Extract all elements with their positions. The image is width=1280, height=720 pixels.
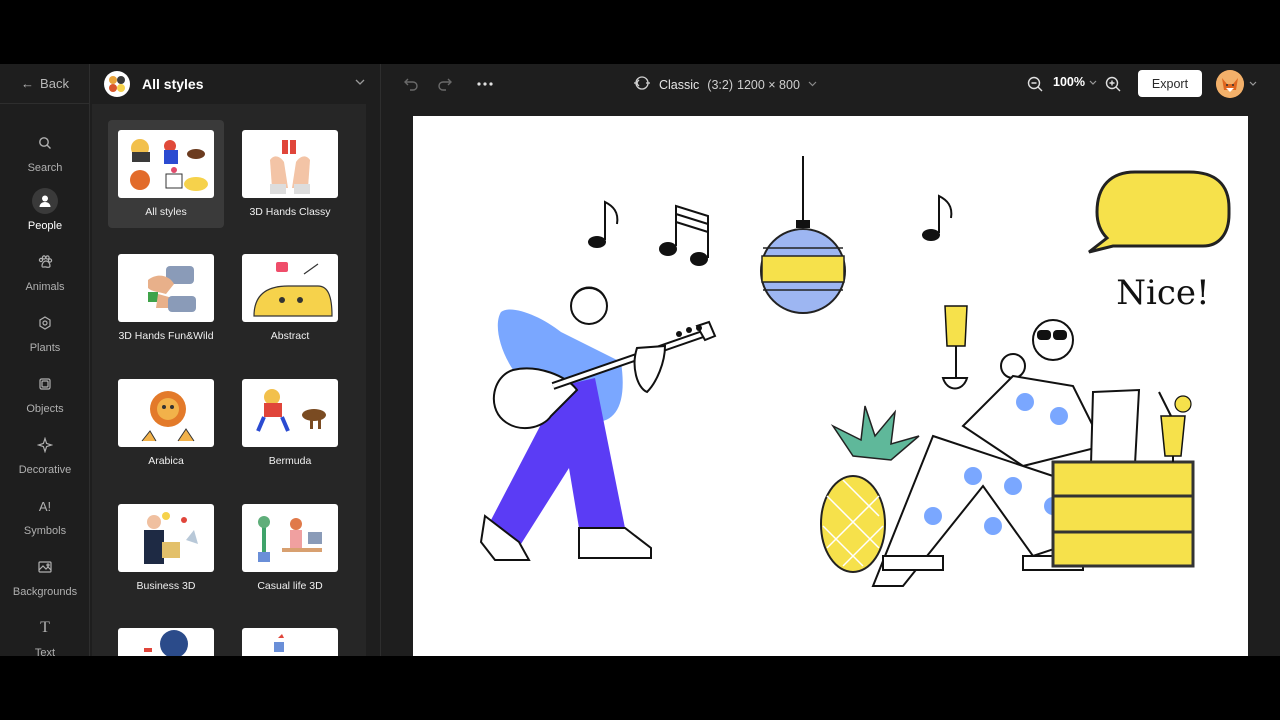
letterbox-bottom (0, 656, 1280, 720)
style-label: Business 3D (136, 580, 196, 592)
style-tile-casual-life-3d[interactable]: Casual life 3D (232, 494, 348, 602)
more-options-icon[interactable] (475, 74, 495, 94)
redo-icon[interactable] (435, 74, 455, 94)
chevron-down-icon (808, 79, 817, 90)
artboard[interactable]: Nice! (413, 116, 1248, 656)
rail-item-label: Objects (26, 403, 64, 415)
style-tile-partial[interactable] (108, 618, 224, 656)
style-thumbnail (242, 628, 338, 656)
zoom-level-dropdown[interactable]: 100% (1053, 75, 1097, 89)
style-label: Bermuda (268, 455, 312, 467)
style-thumbnail (242, 379, 338, 447)
rail-item-label: Backgrounds (12, 586, 78, 598)
rail-item-label: Symbols (23, 525, 67, 537)
preset-dimensions: 1200 × 800 (737, 77, 800, 92)
arrow-left-icon: ← (21, 76, 35, 91)
style-thumbnail (118, 254, 214, 322)
image-icon (32, 554, 58, 580)
person-icon (32, 188, 58, 214)
letterbox-top (0, 0, 1280, 64)
user-avatar[interactable] (1216, 70, 1244, 98)
symbols-icon: A! (38, 498, 52, 514)
chevron-down-icon[interactable] (1249, 78, 1257, 88)
rail-item-label: Animals (25, 281, 65, 293)
rail-item-label: Decorative (18, 464, 72, 476)
style-tile-abstract[interactable]: Abstract (232, 244, 348, 352)
style-tile-all-styles[interactable]: All styles (108, 120, 224, 228)
rail-item-backgrounds[interactable]: Backgrounds (0, 554, 90, 610)
text-icon: T (40, 619, 50, 636)
panel-title: All styles (142, 76, 204, 92)
rail-item-text[interactable]: T Text (0, 615, 90, 656)
export-button[interactable]: Export (1138, 70, 1202, 97)
canvas-size-selector[interactable]: Classic (3:2) 1200 × 800 (633, 75, 817, 94)
style-label: 3D Hands Classy (249, 206, 331, 218)
yellow-crate (1051, 460, 1195, 568)
disco-ball (760, 156, 846, 314)
party-illustration[interactable]: Nice! (413, 116, 1248, 656)
style-tile-business-3d[interactable]: Business 3D (108, 494, 224, 602)
preset-name: Classic (659, 77, 700, 92)
style-tile-arabica[interactable]: Arabica (108, 369, 224, 477)
styles-panel: All styles All styles 3D Hands Classy 3D… (90, 64, 381, 656)
style-thumbnail (118, 504, 214, 572)
resize-icon (633, 75, 651, 94)
rail-item-people[interactable]: People (0, 188, 90, 244)
category-rail: ← Back Search People Animals Plants Obje… (0, 64, 90, 656)
style-thumbnail (118, 628, 214, 656)
style-tile-3d-hands-classy[interactable]: 3D Hands Classy (232, 120, 348, 228)
cocktail-glass (1158, 391, 1192, 462)
style-tile-bermuda[interactable]: Bermuda (232, 369, 348, 477)
rail-item-label: People (27, 220, 63, 232)
music-note-icon (922, 194, 953, 241)
style-tile-3d-hands-fun-wild[interactable]: 3D Hands Fun&Wild (108, 244, 224, 352)
rail-item-label: Search (27, 162, 63, 174)
style-thumbnail (118, 379, 214, 447)
paw-icon (32, 249, 58, 275)
rail-item-objects[interactable]: Objects (0, 371, 90, 427)
chevron-down-icon (355, 76, 365, 88)
zoom-value: 100% (1053, 75, 1085, 89)
speech-bubble: Nice! (1088, 170, 1231, 313)
preset-ratio: (3:2) (707, 77, 733, 92)
style-label: Casual life 3D (257, 580, 323, 592)
guitarist-figure (479, 286, 717, 561)
rail-item-label: Plants (29, 342, 61, 354)
rail-item-symbols[interactable]: A! Symbols (0, 493, 90, 549)
plant-icon (32, 310, 58, 336)
objects-icon (32, 371, 58, 397)
editor-app: ← Back Search People Animals Plants Obje… (0, 64, 1280, 656)
back-label: Back (40, 76, 69, 91)
undo-icon[interactable] (401, 74, 421, 94)
rail-item-search[interactable]: Search (0, 130, 90, 186)
style-tile-partial[interactable] (232, 618, 348, 656)
style-label: 3D Hands Fun&Wild (118, 330, 214, 342)
canvas-area: Nice! (381, 104, 1280, 656)
zoom-in-icon[interactable] (1103, 74, 1123, 94)
style-thumbnail (242, 504, 338, 572)
style-thumbnail (242, 254, 338, 322)
sparkle-icon (32, 432, 58, 458)
style-selector[interactable]: All styles (90, 64, 381, 104)
zoom-out-icon[interactable] (1025, 74, 1045, 94)
style-grid: All styles 3D Hands Classy 3D Hands Fun&… (92, 104, 366, 656)
music-notes-icon (659, 204, 709, 266)
back-button[interactable]: ← Back (0, 64, 90, 104)
style-thumbnail (118, 130, 214, 198)
top-toolbar: Classic (3:2) 1200 × 800 100% Export (381, 64, 1280, 104)
music-note-icon (588, 200, 619, 248)
style-thumbnail (242, 130, 338, 198)
style-label: All styles (145, 206, 187, 218)
rail-item-animals[interactable]: Animals (0, 249, 90, 305)
chevron-down-icon (1089, 77, 1097, 87)
style-avatar (104, 71, 130, 97)
search-icon (32, 130, 58, 156)
rail-item-plants[interactable]: Plants (0, 310, 90, 366)
rail-item-decorative[interactable]: Decorative (0, 432, 90, 488)
rail-item-label: Text (34, 647, 56, 656)
speech-bubble-text: Nice! (1116, 273, 1209, 313)
style-label: Arabica (148, 455, 184, 467)
style-label: Abstract (270, 330, 310, 342)
